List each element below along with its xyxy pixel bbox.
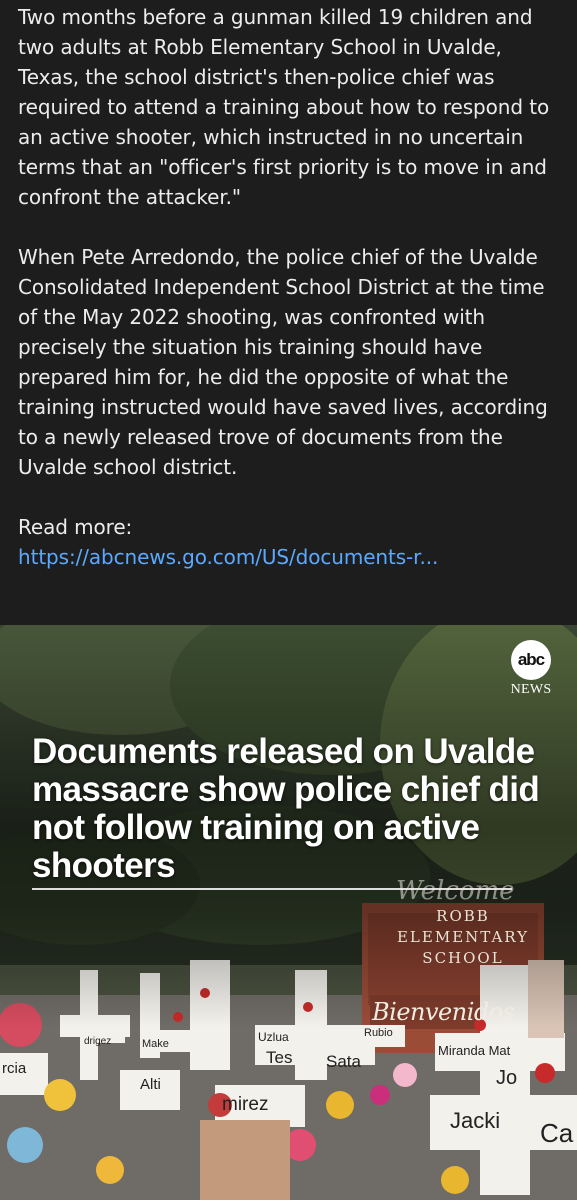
cross-name: Make bbox=[142, 1038, 169, 1050]
cross-name: Jacki bbox=[450, 1108, 501, 1133]
abc-news-logo: abc NEWS bbox=[508, 640, 554, 698]
cross-name: Tes bbox=[266, 1048, 293, 1067]
cross-name: mirez bbox=[222, 1094, 269, 1115]
post: Two months before a gunman killed 19 chi… bbox=[0, 0, 577, 1200]
abc-logo-mark: abc bbox=[511, 640, 551, 680]
read-more-label: Read more: bbox=[18, 515, 133, 539]
sign-line-3: SCHOOL bbox=[422, 949, 504, 967]
article-link[interactable]: https://abcnews.go.com/US/documents-r... bbox=[18, 542, 563, 572]
cross-name: drigez bbox=[84, 1036, 112, 1047]
cross-name: Ca bbox=[540, 1118, 574, 1148]
cross-name: Jo bbox=[496, 1067, 518, 1089]
cross-name: Sata bbox=[326, 1052, 361, 1071]
cross-name: Alti bbox=[140, 1076, 161, 1093]
school-sign: ROBB ELEMENTARY SCHOOL bbox=[378, 906, 548, 969]
cross-name: Rubio bbox=[364, 1027, 393, 1039]
post-body: Two months before a gunman killed 19 chi… bbox=[18, 2, 563, 572]
abc-logo-news: NEWS bbox=[510, 682, 552, 697]
cross-name: Miranda Mat bbox=[438, 1043, 511, 1058]
cross-name: Uzlua bbox=[258, 1030, 289, 1044]
sign-line-1: ROBB bbox=[436, 907, 490, 925]
post-paragraph-2: When Pete Arredondo, the police chief of… bbox=[18, 245, 548, 479]
post-paragraph-1: Two months before a gunman killed 19 chi… bbox=[18, 5, 550, 209]
sign-bienvenidos: Bienvenidos bbox=[372, 998, 515, 1026]
image-headline: Documents released on Uvalde massacre sh… bbox=[32, 732, 540, 885]
sign-line-2: ELEMENTARY bbox=[396, 928, 530, 946]
cross-name: rcia bbox=[2, 1060, 27, 1077]
read-more: Read more: https://abcnews.go.com/US/doc… bbox=[18, 512, 563, 572]
sign-welcome: Welcome bbox=[396, 876, 515, 906]
